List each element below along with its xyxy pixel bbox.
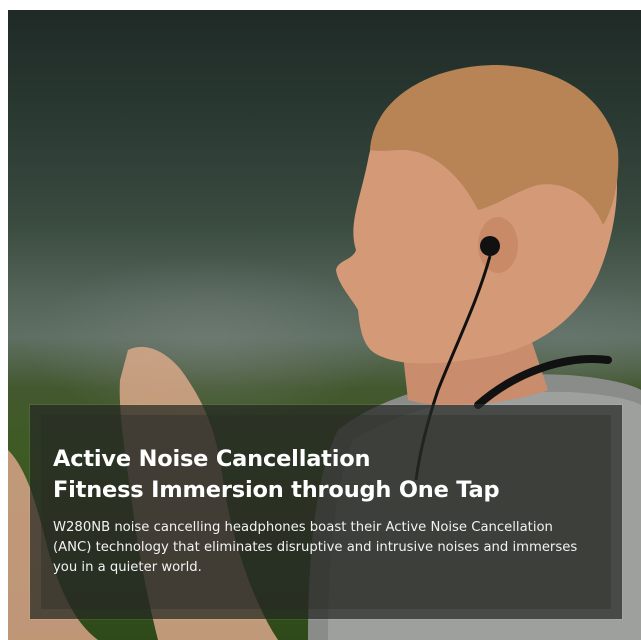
earbud [480, 236, 500, 256]
description-text: W280NB noise cancelling headphones boast… [53, 520, 578, 575]
headline-line-2: Fitness Immersion through One Tap [53, 477, 500, 503]
headline: Active Noise Cancellation Fitness Immers… [53, 444, 593, 506]
text-overlay-panel [29, 404, 623, 620]
headline-line-1: Active Noise Cancellation [53, 446, 371, 472]
